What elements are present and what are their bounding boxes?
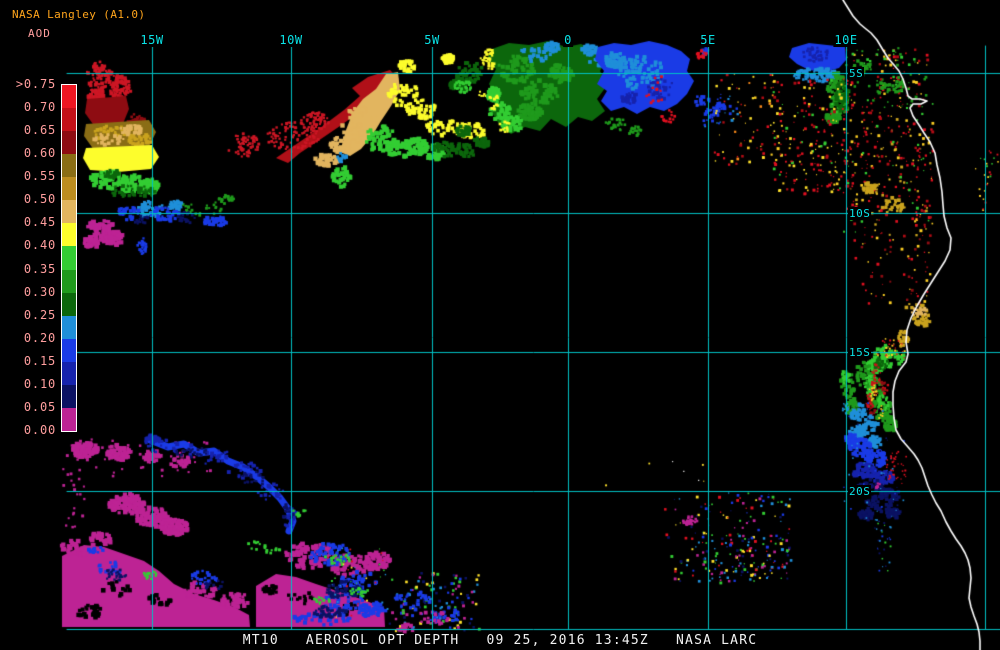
longitude-label: 5W xyxy=(423,33,441,47)
legend-color-segment xyxy=(62,177,76,201)
legend-tick-label: 0.25 xyxy=(23,307,56,322)
legend-color-segment xyxy=(62,315,76,339)
legend-color-segment xyxy=(62,384,76,408)
legend-tick-label: 0.55 xyxy=(23,169,56,184)
aod-map-canvas xyxy=(0,0,1000,650)
legend-color-segment xyxy=(62,338,76,362)
legend-tick-label: 0.70 xyxy=(23,100,56,115)
longitude-label: 10W xyxy=(278,33,304,47)
legend-tick-label: 0.05 xyxy=(23,399,56,414)
legend-color-segment xyxy=(62,154,76,178)
legend-color-segment xyxy=(62,223,76,247)
legend-color-segment xyxy=(62,108,76,132)
legend-color-segment xyxy=(62,269,76,293)
latitude-label: 5S xyxy=(848,67,865,80)
footer-caption: MT10 AEROSOL OPT DEPTH 09 25, 2016 13:45… xyxy=(242,633,758,648)
longitude-label: 5E xyxy=(699,33,717,47)
latitude-label: 10S xyxy=(848,207,872,220)
legend-color-segment xyxy=(62,407,76,431)
product-title: NASA Langley (A1.0) xyxy=(12,8,146,21)
legend-color-segment xyxy=(62,361,76,385)
legend-color-segment xyxy=(62,246,76,270)
latitude-label: 15S xyxy=(848,346,872,359)
legend-tick-label: 0.10 xyxy=(23,376,56,391)
legend-tick-label: 0.45 xyxy=(23,215,56,230)
latitude-label: 20S xyxy=(848,485,872,498)
legend-color-segment xyxy=(62,131,76,155)
legend-tick-label: 0.50 xyxy=(23,192,56,207)
legend-tick-label: >0.75 xyxy=(15,77,56,91)
legend-tick-label: 0.40 xyxy=(23,238,56,253)
longitude-label: 0 xyxy=(563,33,573,47)
longitude-label: 15W xyxy=(139,33,165,47)
legend-color-segment xyxy=(62,85,76,109)
legend-tick-label: 0.35 xyxy=(23,261,56,276)
longitude-label: 10E xyxy=(833,33,859,47)
legend-color-segment xyxy=(62,292,76,316)
aod-map-screen: NASA Langley (A1.0) AOD >0.75 0.70 0.65 0.6… xyxy=(0,0,1000,650)
legend-tick-label: 0.00 xyxy=(23,423,56,437)
legend-tick-label: 0.20 xyxy=(23,330,56,345)
aod-color-scale-bar xyxy=(61,84,77,432)
legend-color-segment xyxy=(62,200,76,224)
legend-tick-label: 0.60 xyxy=(23,146,56,161)
legend-tick-label: 0.65 xyxy=(23,123,56,138)
legend-tick-label: 0.15 xyxy=(23,353,56,368)
legend-tick-label: 0.30 xyxy=(23,284,56,299)
legend-title-aod: AOD xyxy=(28,27,51,40)
